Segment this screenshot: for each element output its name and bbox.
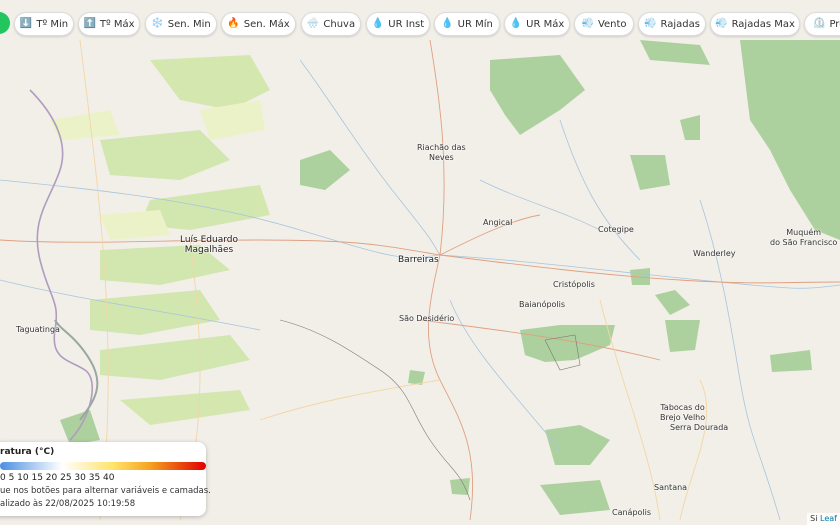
color-scale-bar bbox=[0, 462, 206, 470]
chuva-button[interactable]: 🌧️ Chuva bbox=[301, 12, 361, 36]
droplet-icon: 💧 bbox=[371, 18, 385, 29]
droplet-icon: 💧 bbox=[509, 18, 523, 29]
droplet-icon: 💧 bbox=[441, 18, 454, 29]
sen-max-label: Sen. Máx bbox=[243, 18, 290, 30]
pressure-label: Pre bbox=[829, 18, 840, 30]
rajadas-label: Rajadas bbox=[660, 18, 700, 30]
sen-min-label: Sen. Min bbox=[167, 18, 211, 30]
place-cotegipe: Cotegipe bbox=[598, 225, 634, 234]
legend-hint: ue nos botões para alternar variáveis e … bbox=[0, 486, 211, 496]
place-taguatinga: Taguatinga bbox=[16, 325, 60, 334]
ur-inst-label: UR Inst bbox=[388, 18, 425, 30]
legend-title: ratura (°C) bbox=[0, 447, 55, 457]
legend-updated: alizado às 22/08/2025 10:19:58 bbox=[0, 499, 136, 509]
variable-toolbar: ⬇️ Tº Min ⬆️ Tº Máx ❄️ Sen. Min 🔥 Sen. Máx 🌧… bbox=[0, 9, 840, 39]
attribution-prefix: Si bbox=[810, 514, 818, 523]
pressure-button[interactable]: ⏲️Pre bbox=[804, 12, 840, 36]
legend-ticks: 0 5 10 15 20 25 30 35 40 bbox=[0, 473, 115, 483]
wind-icon: 💨 bbox=[644, 18, 657, 29]
rajadas-max-label: Rajadas Max bbox=[731, 18, 795, 30]
tmax-button[interactable]: ⬆️ Tº Máx bbox=[78, 12, 140, 36]
place-serra-dourada: Serra Dourada bbox=[670, 423, 729, 432]
ur-max-label: UR Máx bbox=[526, 18, 565, 30]
wind-icon: 💨 bbox=[715, 18, 728, 29]
vento-label: Vento bbox=[597, 18, 627, 30]
place-barreiras: Barreiras bbox=[398, 255, 439, 265]
place-sao-desiderio: São Desidério bbox=[399, 314, 455, 323]
vento-button[interactable]: 💨 Vento bbox=[574, 12, 634, 36]
rajadas-button[interactable]: 💨 Rajadas bbox=[638, 12, 706, 36]
ur-min-label: UR Mín bbox=[457, 18, 493, 30]
place-angical: Angical bbox=[483, 218, 513, 227]
fire-icon: 🔥 bbox=[227, 18, 240, 29]
gauge-icon: ⏲️ bbox=[813, 18, 826, 29]
place-cristopolis: Cristópolis bbox=[553, 280, 595, 289]
wind-icon: 💨 bbox=[581, 18, 594, 29]
place-baianopolis: Baianópolis bbox=[519, 300, 566, 309]
temperature-legend: ratura (°C) 0 5 10 15 20 25 30 35 40 ue … bbox=[0, 442, 211, 516]
sen-min-button[interactable]: ❄️ Sen. Min bbox=[145, 12, 217, 36]
place-riachao-das-neves: Riachão das Neves bbox=[417, 143, 466, 162]
tmin-label: Tº Min bbox=[36, 18, 69, 30]
place-santana: Santana bbox=[654, 483, 688, 492]
place-wanderley: Wanderley bbox=[693, 249, 736, 258]
arrow-down-icon: ⬇️ bbox=[19, 18, 33, 29]
ur-inst-button[interactable]: 💧 UR Inst bbox=[366, 12, 430, 36]
ur-min-button[interactable]: 💧 UR Mín bbox=[434, 12, 500, 36]
chuva-label: Chuva bbox=[323, 18, 356, 30]
rajadas-max-button[interactable]: 💨 Rajadas Max bbox=[710, 12, 800, 36]
tmin-button[interactable]: ⬇️ Tº Min bbox=[14, 12, 74, 36]
map-attribution: Si Leaf bbox=[807, 513, 840, 525]
tmax-label: Tº Máx bbox=[99, 18, 135, 30]
place-muquem: Muquém do São Francisco bbox=[770, 228, 838, 247]
rain-cloud-icon: 🌧️ bbox=[306, 18, 320, 29]
leaflet-link[interactable]: Leaf bbox=[820, 514, 837, 523]
place-luis-eduardo-magalhaes: Luís Eduardo Magalhães bbox=[180, 235, 238, 255]
snowflake-icon: ❄️ bbox=[151, 18, 164, 29]
ur-max-button[interactable]: 💧 UR Máx bbox=[504, 12, 570, 36]
place-canapolis: Canápolis bbox=[612, 508, 652, 517]
sen-max-button[interactable]: 🔥 Sen. Máx bbox=[221, 12, 296, 36]
place-tabocas: Tabocas do Brejo Velho bbox=[660, 403, 706, 422]
arrow-up-icon: ⬆️ bbox=[83, 18, 96, 29]
